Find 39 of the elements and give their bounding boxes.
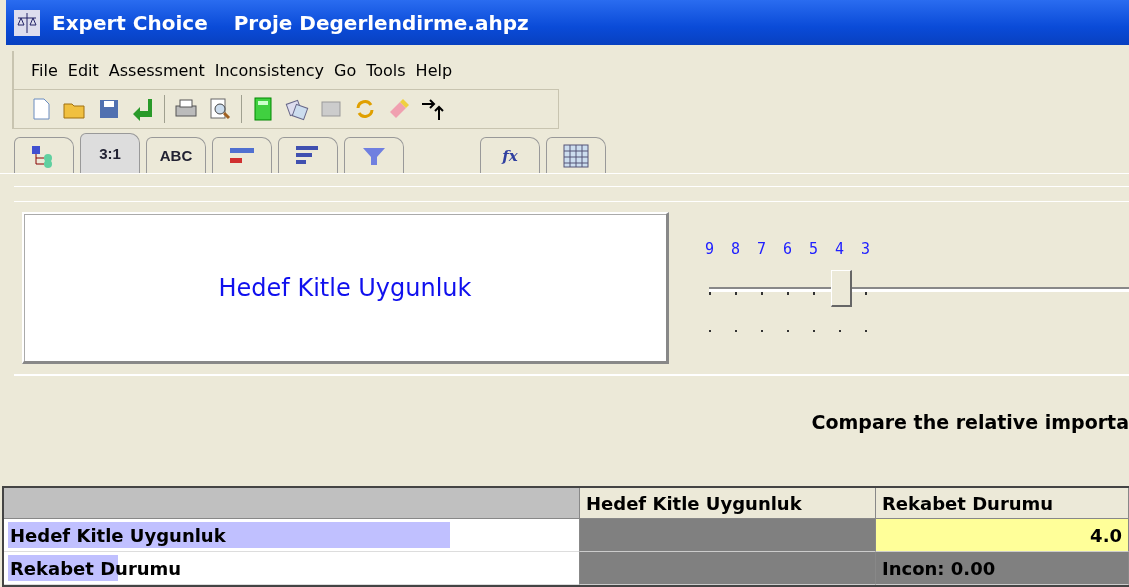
arrows-icon[interactable] bbox=[420, 96, 446, 122]
tab[interactable] bbox=[14, 137, 74, 173]
row-name: Hedef Kitle Uygunluk bbox=[9, 524, 226, 546]
scale-number: 6 bbox=[783, 240, 794, 258]
element-panel: Hedef Kitle Uygunluk bbox=[22, 212, 669, 364]
tab[interactable] bbox=[546, 137, 606, 173]
menu-item[interactable]: Assessment bbox=[103, 60, 210, 80]
scale-number: 7 bbox=[757, 240, 768, 258]
column-header: Rekabet Durumu bbox=[876, 488, 1129, 519]
instruction-text: Compare the relative importa bbox=[811, 411, 1129, 433]
grid-icon bbox=[562, 143, 590, 168]
tab[interactable] bbox=[344, 137, 404, 173]
menu-item[interactable]: Edit bbox=[62, 60, 104, 80]
column-header: Hedef Kitle Uygunluk bbox=[580, 488, 876, 519]
table-cell[interactable]: 4.0 bbox=[876, 519, 1129, 552]
tab[interactable] bbox=[212, 137, 272, 173]
tab[interactable] bbox=[278, 137, 338, 173]
menu-item[interactable]: Help bbox=[410, 60, 458, 80]
scale-number: 9 bbox=[705, 240, 716, 258]
slider-thumb[interactable] bbox=[831, 270, 853, 307]
row-header[interactable]: Hedef Kitle Uygunluk bbox=[4, 519, 580, 552]
scale-number: 3 bbox=[861, 240, 872, 258]
scales-icon bbox=[14, 9, 40, 36]
menu-item[interactable]: Go bbox=[329, 60, 362, 80]
magnifier-page-icon[interactable] bbox=[207, 96, 233, 122]
row-name: Rekabet Durumu bbox=[9, 557, 182, 579]
menu-item[interactable]: File bbox=[26, 60, 63, 80]
scale-number: 8 bbox=[731, 240, 742, 258]
tab[interactable]: 3:1 bbox=[80, 133, 140, 173]
menu-item[interactable]: Inconsistency bbox=[209, 60, 329, 80]
scale-number: 5 bbox=[809, 240, 820, 258]
table-cell: Incon: 0.00 bbox=[876, 552, 1129, 585]
scale-number: 4 bbox=[835, 240, 846, 258]
row-header[interactable]: Rekabet Durumu bbox=[4, 552, 580, 585]
menu-item[interactable]: Tools bbox=[361, 60, 411, 80]
window-title: Expert Choice bbox=[52, 10, 208, 35]
tab[interactable]: fx bbox=[480, 137, 540, 173]
document-name: Proje Degerlendirme.ahpz bbox=[232, 10, 529, 35]
tab[interactable]: ABC bbox=[146, 137, 206, 173]
